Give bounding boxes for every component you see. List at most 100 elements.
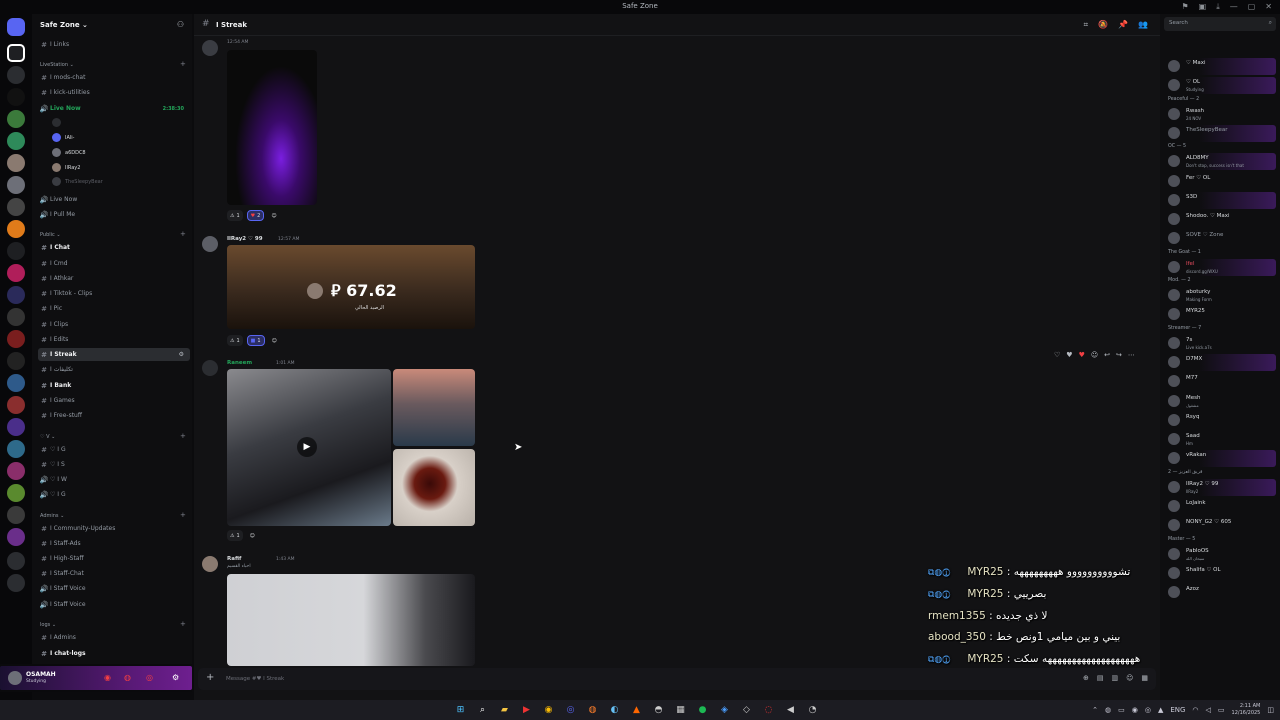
- voice-user[interactable]: a6DDC8: [52, 148, 86, 157]
- channel-high-staff[interactable]: # I High-Staff: [38, 552, 190, 565]
- sticker-icon[interactable]: ▥: [1111, 674, 1118, 682]
- member-row[interactable]: Azoz: [1166, 584, 1276, 601]
- download-icon[interactable]: ⤓: [1216, 2, 1220, 12]
- app-icon[interactable]: ◔: [804, 702, 821, 718]
- member-list-icon[interactable]: 👥: [1138, 20, 1148, 30]
- chrome-icon[interactable]: ◉: [540, 702, 557, 718]
- inbox-icon[interactable]: ⚑: [1181, 2, 1188, 12]
- voice-user[interactable]: [52, 118, 65, 127]
- close-icon[interactable]: ✕: [1265, 2, 1272, 12]
- image-attachment[interactable]: [227, 574, 475, 666]
- avatar[interactable]: [202, 40, 218, 56]
- category-admins[interactable]: Admins ⌄ +: [40, 511, 186, 519]
- add-channel-icon[interactable]: +: [180, 60, 186, 68]
- voice-user[interactable]: IlRay2: [52, 163, 80, 172]
- tray-icon[interactable]: ◎: [1145, 706, 1151, 714]
- server-icon[interactable]: [7, 528, 25, 546]
- message-composer[interactable]: + Message #♥ I Streak ⊕ ▤ ▥ ☺ ▦: [198, 668, 1156, 690]
- forward-icon[interactable]: ↪: [1116, 351, 1122, 359]
- channel-chat-logs[interactable]: # I chat-logs: [38, 647, 190, 660]
- add-server-icon[interactable]: [7, 552, 25, 570]
- server-icon[interactable]: [7, 418, 25, 436]
- server-icon[interactable]: [7, 176, 25, 194]
- discord-icon[interactable]: ◎: [562, 702, 579, 718]
- server-icon[interactable]: [7, 484, 25, 502]
- heart-outline-icon[interactable]: ♡: [1054, 351, 1060, 359]
- member-row[interactable]: Mesh مشغول: [1166, 393, 1276, 410]
- category-livestation[interactable]: LiveStation ⌄ +: [40, 60, 186, 68]
- server-icon[interactable]: [7, 286, 25, 304]
- server-icon[interactable]: [7, 198, 25, 216]
- spotify-icon[interactable]: ●: [694, 702, 711, 718]
- channel-athkar[interactable]: # I Athkar: [38, 272, 190, 285]
- image-attachment[interactable]: [393, 449, 475, 526]
- channel-admins-log[interactable]: # I Admins: [38, 631, 190, 644]
- member-row[interactable]: S3D: [1166, 191, 1276, 209]
- discover-icon[interactable]: [7, 574, 25, 592]
- channel-v-s[interactable]: # ♡ I S: [38, 458, 190, 471]
- app-icon[interactable]: ▦: [672, 702, 689, 718]
- tray-icon[interactable]: ◉: [1132, 706, 1138, 714]
- app-icon[interactable]: ▲: [628, 702, 645, 718]
- reaction[interactable]: ⚠ 1: [227, 530, 243, 541]
- voice-v-g[interactable]: 🔊 ♡ I G: [38, 488, 190, 501]
- member-row[interactable]: LoJaink: [1166, 498, 1276, 515]
- gif-icon[interactable]: ▤: [1097, 674, 1104, 682]
- emoji-icon[interactable]: ☺: [1126, 674, 1133, 682]
- add-channel-icon[interactable]: +: [180, 511, 186, 519]
- tray-icon[interactable]: ▭: [1118, 706, 1125, 714]
- add-channel-icon[interactable]: +: [180, 230, 186, 238]
- voice-live-now[interactable]: 🔊 Live Now 2:38:30: [38, 102, 190, 115]
- video-app-icon[interactable]: ▶: [518, 702, 535, 718]
- channel-chat[interactable]: # I Chat: [38, 241, 190, 254]
- battery-icon[interactable]: ▭: [1218, 706, 1225, 714]
- app-icon[interactable]: ◓: [650, 702, 667, 718]
- channel-staff-ads[interactable]: # I Staff-Ads: [38, 537, 190, 550]
- minimize-icon[interactable]: —: [1230, 2, 1238, 12]
- image-attachment[interactable]: ⃁ 67.62 الرصيد الحالي: [227, 245, 475, 329]
- member-row[interactable]: SOVE ♡ Zone: [1166, 230, 1276, 247]
- reaction[interactable]: ♥ 2: [246, 210, 265, 221]
- file-explorer-icon[interactable]: ▰: [496, 702, 513, 718]
- avatar[interactable]: [202, 236, 218, 252]
- channel-costs[interactable]: # I تكليفات: [38, 363, 190, 376]
- notification-icon[interactable]: 🔕: [1098, 20, 1108, 30]
- member-row[interactable]: MYR25: [1166, 306, 1276, 323]
- channel-v-g[interactable]: # ♡ I G: [38, 443, 190, 456]
- video-attachment[interactable]: ▶: [227, 369, 391, 526]
- voice-live-now-2[interactable]: 🔊 Live Now: [38, 193, 190, 206]
- tray-icon[interactable]: ◍: [1105, 706, 1111, 714]
- heart-icon[interactable]: ♥: [1066, 351, 1072, 359]
- channel-clips[interactable]: # I Clips: [38, 318, 190, 331]
- server-icon[interactable]: [7, 352, 25, 370]
- headset-icon[interactable]: ◎: [146, 673, 153, 682]
- member-row[interactable]: TheSleepyBear: [1166, 124, 1276, 142]
- member-row[interactable]: ♡ OL Studying: [1166, 77, 1276, 95]
- reaction[interactable]: ⚠ 1: [227, 335, 243, 346]
- search-icon[interactable]: ⌕: [474, 702, 491, 718]
- member-row[interactable]: Ifel discord.gg/WXU: [1166, 258, 1276, 276]
- server-icon[interactable]: [7, 374, 25, 392]
- gift-icon[interactable]: ⊕: [1083, 674, 1089, 682]
- apps-icon[interactable]: ▦: [1141, 674, 1148, 682]
- avatar[interactable]: [202, 360, 218, 376]
- server-icon[interactable]: [7, 330, 25, 348]
- member-row[interactable]: Saad Hm: [1166, 431, 1276, 448]
- wifi-icon[interactable]: ◠: [1192, 706, 1198, 714]
- heart-red-icon[interactable]: ♥: [1079, 351, 1085, 359]
- threads-icon[interactable]: ⌗: [1084, 20, 1089, 30]
- server-icon[interactable]: [7, 154, 25, 172]
- server-icon[interactable]: [7, 308, 25, 326]
- category-logs[interactable]: logs ⌄ +: [40, 620, 186, 628]
- voice-user[interactable]: TheSleepyBear: [52, 177, 103, 186]
- server-icon[interactable]: [7, 440, 25, 458]
- channel-cmd[interactable]: # I Cmd: [38, 257, 190, 270]
- channel-community-updates[interactable]: # I Community-Updates: [38, 522, 190, 535]
- member-row[interactable]: vRakan: [1166, 450, 1276, 468]
- category-v[interactable]: ♡ V ⌄ +: [40, 432, 186, 440]
- server-icon[interactable]: [7, 110, 25, 128]
- channel-mods-chat[interactable]: # I mods-chat: [38, 71, 190, 84]
- add-channel-icon[interactable]: +: [180, 432, 186, 440]
- member-row[interactable]: D7MX: [1166, 353, 1276, 371]
- channel-tiktok-clips[interactable]: # I Tiktok - Clips: [38, 287, 190, 300]
